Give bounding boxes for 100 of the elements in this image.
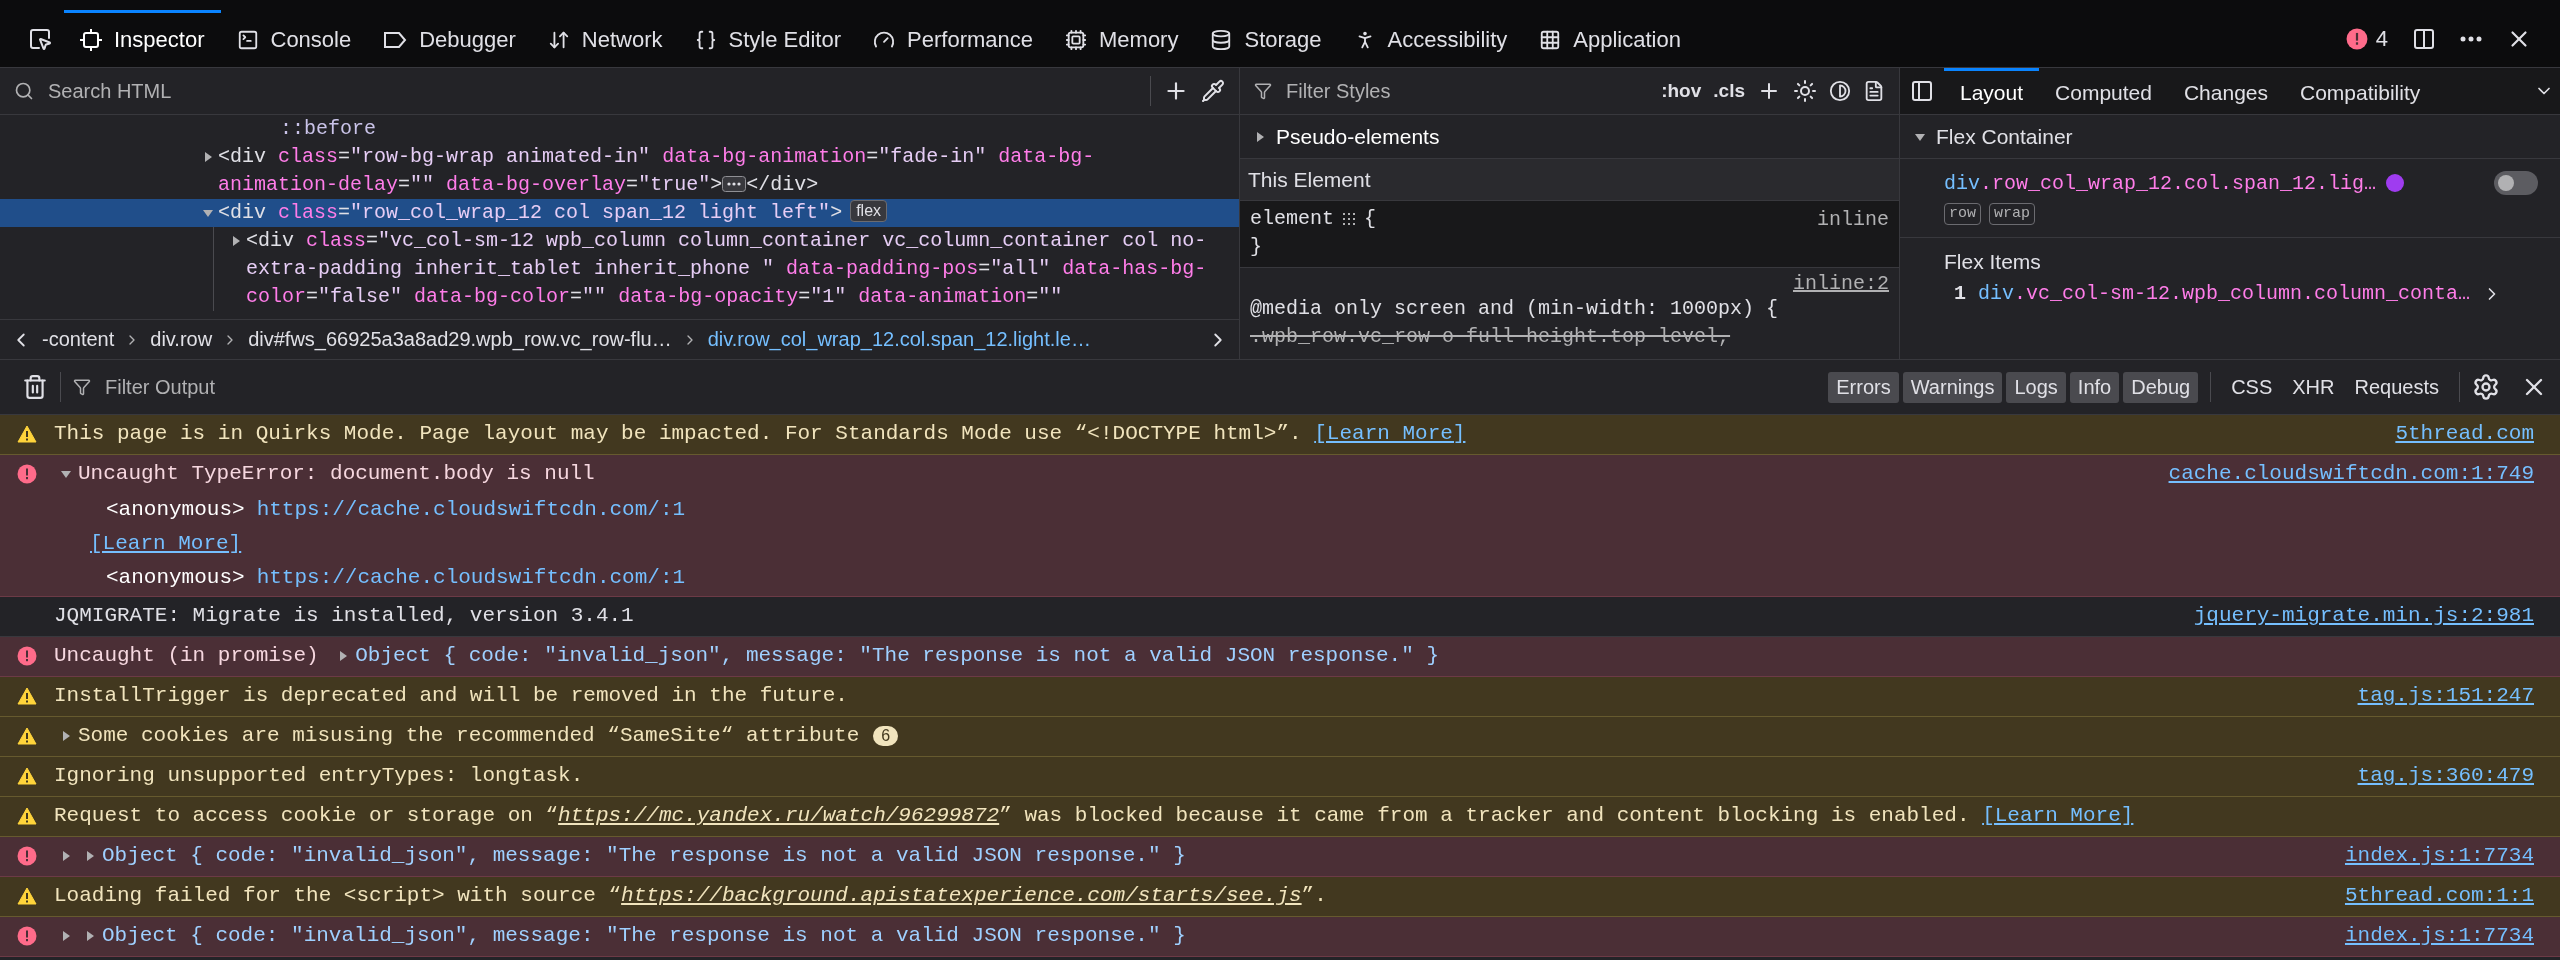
- breadcrumb[interactable]: div.row_col_wrap_12.col.span_12.light.le…: [707, 328, 1091, 351]
- sidebar-tab[interactable]: Layout: [1944, 68, 2040, 115]
- source-link[interactable]: 5thread.com:1:1: [2344, 884, 2534, 907]
- contrast-icon: [1829, 80, 1851, 102]
- expand-arrow-icon[interactable]: [230, 235, 242, 247]
- section-title: Pseudo-elements: [1276, 124, 1440, 149]
- grid-icon: [1539, 29, 1562, 51]
- learn-more-link[interactable]: [Learn More]: [1314, 422, 1466, 445]
- highlight-toggle[interactable]: [2494, 171, 2538, 195]
- sidebar-tab[interactable]: Changes: [2167, 68, 2284, 115]
- devtools-tab[interactable]: Console: [220, 10, 368, 67]
- split-panel-icon: [2412, 26, 2436, 51]
- section-header[interactable]: Flex Container: [1900, 115, 2560, 159]
- tag-icon: [383, 30, 408, 50]
- source-link[interactable]: index.js:1:7734: [2344, 844, 2534, 867]
- dark-scheme-button[interactable]: [1829, 80, 1851, 102]
- source-link[interactable]: cache.cloudswiftcdn.com:1:749: [2168, 462, 2534, 485]
- level-filter-button[interactable]: Logs: [2006, 371, 2066, 403]
- breadcrumb[interactable]: div.row: [150, 328, 213, 351]
- markup-text: <div class="row-bg-wrap animated-in" data-bg-animation="fade-in" data-bg-animation-delay="" data-bg-overlay="true"> </div>: [218, 144, 1096, 198]
- message-text: Loading failed for the <script> with source “https://background.apistatexperience.com/starts/see.js”.: [54, 883, 1327, 909]
- expand-arrow-icon[interactable]: [202, 151, 214, 163]
- object-preview[interactable]: Object { code: "invalid_json", message: "The response is not a valid JSON response." }: [102, 837, 1186, 875]
- source-link[interactable]: jquery-migrate.min.js:2:981: [2193, 604, 2534, 627]
- ellipsis-icon: [2460, 35, 2482, 42]
- collapse-arrow-icon[interactable]: [202, 207, 214, 219]
- warning-icon: [17, 687, 37, 705]
- filter-output-field[interactable]: Filter Output: [103, 374, 1817, 400]
- learn-more-link[interactable]: [Learn More]: [1982, 804, 2134, 827]
- devtools-tab[interactable]: Network: [531, 10, 679, 67]
- expand-arrow-icon[interactable]: [84, 930, 96, 942]
- source-link[interactable]: inline:2: [1793, 272, 1889, 295]
- url-link[interactable]: https://background.apistatexperience.com/starts/see.js: [621, 884, 1302, 907]
- expand-arrow-icon[interactable]: [1254, 130, 1266, 143]
- print-simulation-button[interactable]: [1863, 80, 1885, 102]
- settings-icon: [2472, 373, 2500, 401]
- ellipsis-icon[interactable]: [722, 176, 747, 192]
- source-link[interactable]: index.js:1:7734: [2344, 924, 2534, 947]
- pointer-icon: [28, 26, 52, 51]
- pseudo-class-button[interactable]: :hov: [1661, 80, 1702, 102]
- collapse-arrow-icon[interactable]: [60, 468, 72, 480]
- object-preview[interactable]: Object { code: "invalid_json", message: "The response is not a valid JSON response." }: [102, 917, 1186, 955]
- devtools-tab[interactable]: Storage: [1194, 10, 1338, 67]
- light-scheme-button[interactable]: [1793, 79, 1817, 103]
- source-link[interactable]: tag.js:360:479: [2357, 764, 2534, 787]
- type-filter-button[interactable]: XHR: [2284, 371, 2343, 403]
- error-icon: [2345, 27, 2368, 50]
- expand-arrow-icon[interactable]: [60, 850, 72, 862]
- object-preview[interactable]: Object { code: "invalid_json", message: "The response is not a valid JSON response." }: [355, 637, 1440, 675]
- color-swatch[interactable]: [2386, 174, 2405, 192]
- error-count-button[interactable]: 4: [2333, 10, 2400, 67]
- frame-url-link[interactable]: https://cache.cloudswiftcdn.com/:1: [256, 493, 686, 527]
- level-filter-button[interactable]: Info: [2069, 371, 2120, 403]
- message-text: Some cookies are misusing the recommended “SameSite“ attribute: [78, 723, 860, 749]
- level-filter-button[interactable]: Debug: [2123, 371, 2199, 403]
- selector-text: element: [1250, 206, 1334, 232]
- source-link[interactable]: tag.js:151:247: [2357, 684, 2534, 707]
- braces-icon: [694, 29, 717, 51]
- devtools-tab[interactable]: Performance: [857, 10, 1049, 67]
- message-text: Uncaught (in promise): [54, 643, 320, 669]
- sidebar-tab[interactable]: Computed: [2039, 68, 2168, 115]
- source-link[interactable]: 5thread.com: [2395, 422, 2534, 445]
- database-icon: [1210, 29, 1233, 51]
- url-link[interactable]: https://mc.yandex.ru/watch/96299872: [558, 804, 1000, 827]
- level-filter-button[interactable]: Errors: [1828, 371, 1899, 403]
- frame-url-link[interactable]: https://cache.cloudswiftcdn.com/:1: [256, 561, 686, 595]
- node-row[interactable]: ::before: [0, 115, 1239, 143]
- selector-text: div.row_col_wrap_12.col.span_12.lig…: [1944, 171, 2377, 195]
- level-filter-button[interactable]: Warnings: [1902, 371, 2003, 403]
- devtools-tab[interactable]: Accessibility: [1337, 10, 1524, 67]
- expand-arrow-icon[interactable]: [84, 850, 96, 862]
- type-filter-button[interactable]: CSS: [2223, 371, 2281, 403]
- pseudo-class-button[interactable]: .cls: [1713, 80, 1745, 102]
- breadcrumb[interactable]: -content: [42, 328, 115, 351]
- search-field[interactable]: Search HTML: [46, 78, 1138, 104]
- settings-button[interactable]: [2472, 373, 2500, 401]
- expand-arrow-icon[interactable]: [60, 730, 72, 742]
- devtools-tab[interactable]: Style Editor: [678, 10, 858, 67]
- eyedropper-button[interactable]: [1201, 79, 1225, 103]
- devtools-tab[interactable]: Application: [1523, 10, 1697, 67]
- node-row[interactable]: <div class="row_col_wrap_12 col span_12 light left"> flex: [0, 199, 1239, 227]
- message-text: InstallTrigger is deprecated and will be removed in the future.: [54, 683, 848, 709]
- expand-arrow-icon[interactable]: [60, 930, 72, 942]
- function-name: <anonymous>: [106, 565, 245, 591]
- source-link[interactable]: inline: [1817, 207, 1889, 231]
- type-filter-button[interactable]: Requests: [2346, 371, 2447, 403]
- flex-property-tag: row: [1944, 203, 1981, 225]
- devtools-tab[interactable]: Memory: [1049, 10, 1195, 67]
- devtools-tab[interactable]: Debugger: [367, 10, 532, 67]
- chip-icon: [1065, 29, 1087, 51]
- node-row[interactable]: <div class="row-bg-wrap animated-in" data-bg-animation="fade-in" data-bg-animation-delay="" data-bg-overlay="true"> </div>: [0, 143, 1239, 199]
- error-icon: [17, 464, 37, 484]
- message-text: Ignoring unsupported entryTypes: longtask.: [54, 763, 584, 789]
- learn-more-link[interactable]: [Learn More]: [90, 532, 242, 555]
- breadcrumb[interactable]: div#fws_66925a3a8ad29.wpb_row.vc_row-flu…: [248, 328, 672, 351]
- flex-badge[interactable]: flex: [850, 200, 888, 222]
- sidebar-tab[interactable]: Compatibility: [2284, 68, 2437, 115]
- grid-dots-icon[interactable]: [1342, 212, 1356, 226]
- clear-button[interactable]: [22, 374, 48, 400]
- filter-styles-field[interactable]: Filter Styles: [1284, 78, 1650, 104]
